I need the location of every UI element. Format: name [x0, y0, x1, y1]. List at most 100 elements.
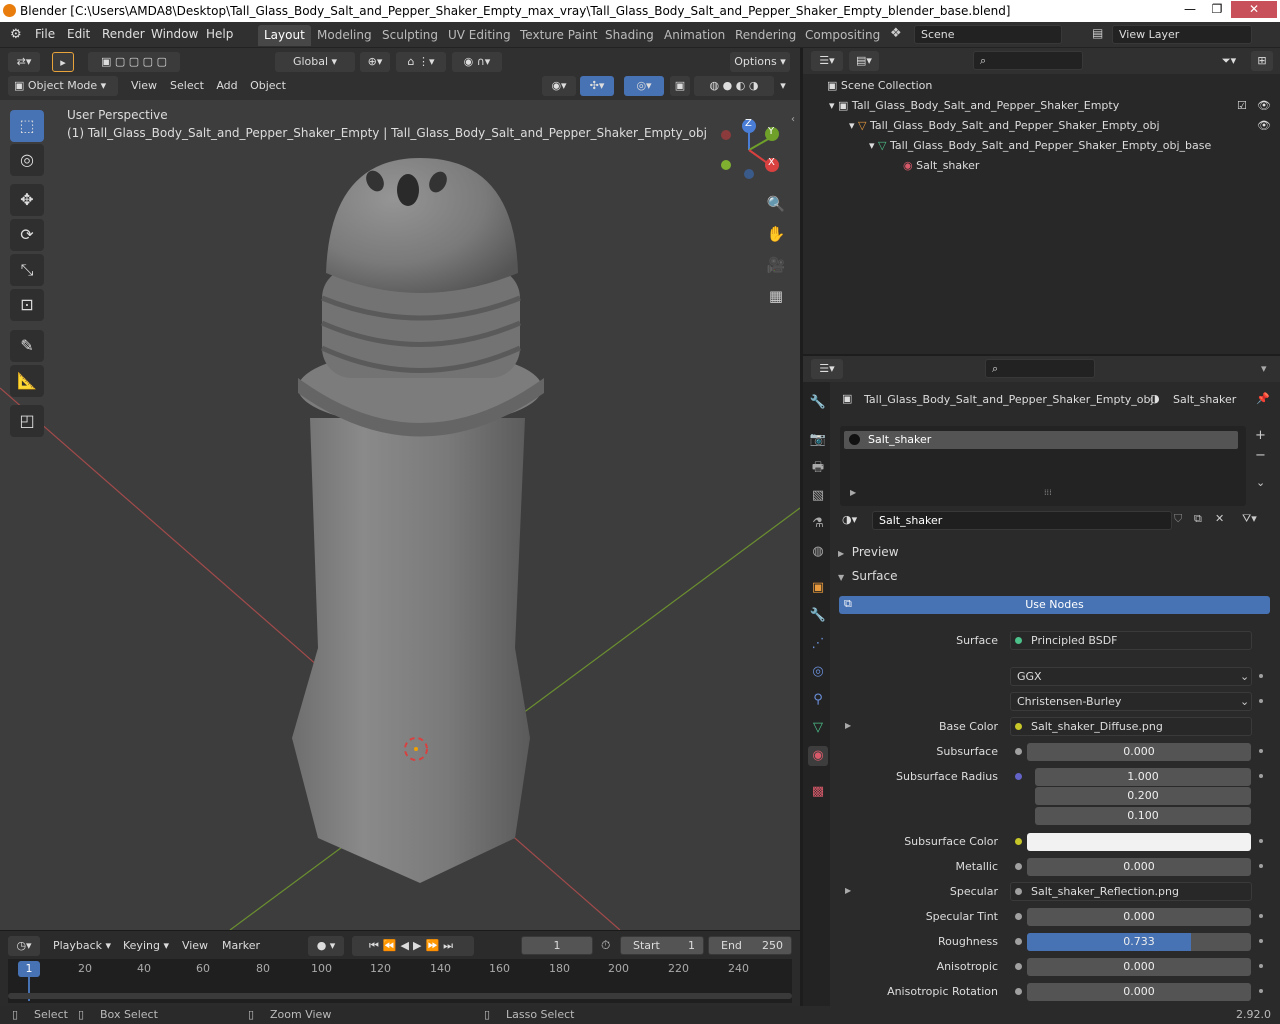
new-collection-icon[interactable]: ⊞ [1251, 51, 1273, 71]
end-frame-field[interactable]: End 250 [708, 936, 792, 955]
blender-menu-icon[interactable]: ⚙ [10, 27, 22, 42]
panel-options-icon[interactable]: ▾ [1261, 362, 1267, 375]
menu-playback[interactable]: Playback ▾ [48, 936, 116, 956]
outliner-item[interactable]: ▾ ▽ Tall_Glass_Body_Salt_and_Pepper_Shak… [803, 136, 1280, 156]
close-button[interactable]: ✕ [1231, 1, 1277, 18]
menu-marker[interactable]: Marker [218, 936, 264, 956]
pivot-point-icon[interactable]: ⊕▾ [360, 52, 390, 72]
keyframe-dot-icon[interactable] [1259, 939, 1263, 943]
keyframe-dot-icon[interactable] [1259, 774, 1263, 778]
select-tool-icon[interactable]: ▸ [52, 52, 74, 72]
checkbox-icon[interactable]: ☑ [1237, 96, 1247, 116]
gizmo-y-label[interactable]: Y [768, 126, 774, 137]
outliner-search-input[interactable]: ⌕ [973, 51, 1083, 70]
xray-icon[interactable]: ▣ [670, 76, 690, 96]
menu-render[interactable]: Render [102, 27, 145, 41]
timeline-ruler[interactable]: 1 20 40 60 80 100 120 140 160 180 200 22… [8, 959, 792, 1003]
view-layer-tab-icon[interactable]: ▧ [808, 486, 828, 506]
gizmo-toggle-icon[interactable]: ✣▾ [580, 76, 614, 96]
timeline-scrollbar[interactable] [8, 993, 792, 999]
gizmo-z-label[interactable]: Z [745, 118, 752, 129]
stopwatch-icon[interactable]: ⏱ [601, 938, 610, 953]
keyframe-dot-icon[interactable] [1259, 699, 1263, 703]
scene-selector[interactable]: Scene [914, 25, 1062, 44]
unlink-material-icon[interactable]: ✕ [1215, 512, 1224, 525]
view-layer-icon[interactable]: ▤ [1092, 26, 1103, 40]
outliner-item[interactable]: ▾ ▣ Tall_Glass_Body_Salt_and_Pepper_Shak… [803, 96, 1280, 116]
material-slot-item[interactable]: Salt_shaker [844, 431, 1238, 449]
base-color-texture-field[interactable]: Salt_shaker_Diffuse.png [1010, 717, 1252, 736]
zoom-icon[interactable]: 🔍 [762, 190, 790, 218]
keyframe-dot-icon[interactable] [1259, 914, 1263, 918]
shading-options-icon[interactable]: ▾ [776, 76, 790, 96]
menu-timeline-view[interactable]: View [180, 936, 210, 956]
render-tab-icon[interactable]: 📷 [808, 430, 828, 450]
properties-editor-icon[interactable]: ☰▾ [811, 359, 843, 379]
pan-hand-icon[interactable]: ✋ [762, 220, 790, 248]
transform-orientation-dropdown[interactable]: Global ▾ [275, 52, 355, 72]
properties-search-input[interactable]: ⌕ [985, 359, 1095, 378]
fake-user-icon[interactable]: ⛉ [1174, 512, 1182, 526]
keyframe-dot-icon[interactable] [1259, 749, 1263, 753]
subsurface-radius-z[interactable]: 0.100 [1035, 807, 1251, 825]
constraints-tab-icon[interactable]: ⚲ [808, 690, 828, 710]
specular-texture-field[interactable]: Salt_shaker_Reflection.png [1010, 882, 1252, 901]
remove-slot-icon[interactable]: − [1255, 448, 1266, 463]
slot-specials-icon[interactable]: ⌄ [1256, 476, 1265, 489]
filter-icon[interactable]: ⏷▾ [1213, 51, 1245, 71]
menu-add[interactable]: Add [212, 76, 242, 96]
surface-shader-field[interactable]: Principled BSDF [1010, 631, 1252, 650]
overlay-toggle-icon[interactable]: ◎▾ [624, 76, 664, 96]
world-tab-icon[interactable]: ◍ [808, 542, 828, 562]
scale-tool[interactable]: ⤡ [10, 254, 44, 286]
node-link-icon[interactable]: ⛛▾ [1242, 512, 1257, 526]
expand-icon[interactable]: ▶ [850, 488, 856, 497]
anisotropic-rotation-slider[interactable]: 0.000 [1027, 983, 1251, 1001]
subsurface-color-swatch[interactable] [1027, 833, 1251, 851]
proportional-edit-icon[interactable]: ◉ ∩▾ [452, 52, 502, 72]
camera-icon[interactable]: 🎥 [762, 251, 790, 279]
pin-icon[interactable]: 📌 [1256, 392, 1270, 405]
tab-rendering[interactable]: Rendering [729, 25, 802, 46]
cursor-tool[interactable]: ◎ [10, 144, 44, 176]
texture-tab-icon[interactable]: ▩ [808, 782, 828, 802]
duplicate-material-icon[interactable]: ⧉ [1194, 512, 1202, 526]
outliner-editor-icon[interactable]: ☰▾ [811, 51, 843, 71]
measure-tool[interactable]: 📐 [10, 365, 44, 397]
use-nodes-button[interactable]: Use Nodes [839, 596, 1270, 614]
outliner-item[interactable]: ▾ ▽ Tall_Glass_Body_Salt_and_Pepper_Shak… [803, 116, 1280, 136]
editor-type-button[interactable]: ⇄▾ [8, 52, 40, 72]
eye-icon[interactable]: 👁 [1257, 96, 1271, 116]
visibility-icon[interactable]: ◉▾ [542, 76, 576, 96]
physics-tab-icon[interactable]: ◎ [808, 662, 828, 682]
preview-panel-header[interactable]: ▶ Preview [838, 543, 1274, 561]
tab-texture-paint[interactable]: Texture Paint [514, 25, 603, 46]
subsurface-slider[interactable]: 0.000 [1027, 743, 1251, 761]
menu-select[interactable]: Select [166, 76, 208, 96]
select-box-tool[interactable]: ⬚ [10, 110, 44, 142]
object-mode-dropdown[interactable]: ▣ Object Mode ▾ [8, 76, 118, 96]
resize-handle-icon[interactable]: ⁞⁞⁞ [1044, 488, 1052, 497]
transform-tool[interactable]: ⊡ [10, 289, 44, 321]
current-frame-field[interactable]: 1 [521, 936, 593, 955]
menu-edit[interactable]: Edit [67, 27, 90, 41]
menu-help[interactable]: Help [206, 27, 233, 41]
specular-tint-slider[interactable]: 0.000 [1027, 908, 1251, 926]
surface-panel-header[interactable]: ▼ Surface [838, 567, 1274, 585]
add-cube-tool[interactable]: ◰ [10, 405, 44, 437]
minimize-button[interactable]: — [1176, 1, 1204, 18]
tab-sculpting[interactable]: Sculpting [376, 25, 444, 46]
grid-icon[interactable]: ▦ [762, 282, 790, 310]
timeline-editor-icon[interactable]: ◷▾ [8, 936, 40, 956]
tab-modeling[interactable]: Modeling [311, 25, 378, 46]
menu-file[interactable]: File [35, 27, 55, 41]
add-slot-icon[interactable]: + [1255, 428, 1266, 443]
outliner-scene-collection[interactable]: ▣ Scene Collection [803, 76, 1280, 96]
subsurface-method-dropdown[interactable]: Christensen-Burley [1010, 692, 1252, 711]
maximize-button[interactable]: ❐ [1203, 1, 1231, 18]
outliner-item[interactable]: ◉ Salt_shaker [803, 156, 1280, 176]
playback-controls[interactable]: ⏮⏪◀▶⏩⏭ [352, 936, 474, 956]
3d-viewport[interactable]: Z Y X User Perspective (1) Tall_Glass_Bo… [0, 48, 800, 930]
material-browse-icon[interactable]: ◑▾ [842, 513, 857, 526]
rotate-tool[interactable]: ⟳ [10, 219, 44, 251]
